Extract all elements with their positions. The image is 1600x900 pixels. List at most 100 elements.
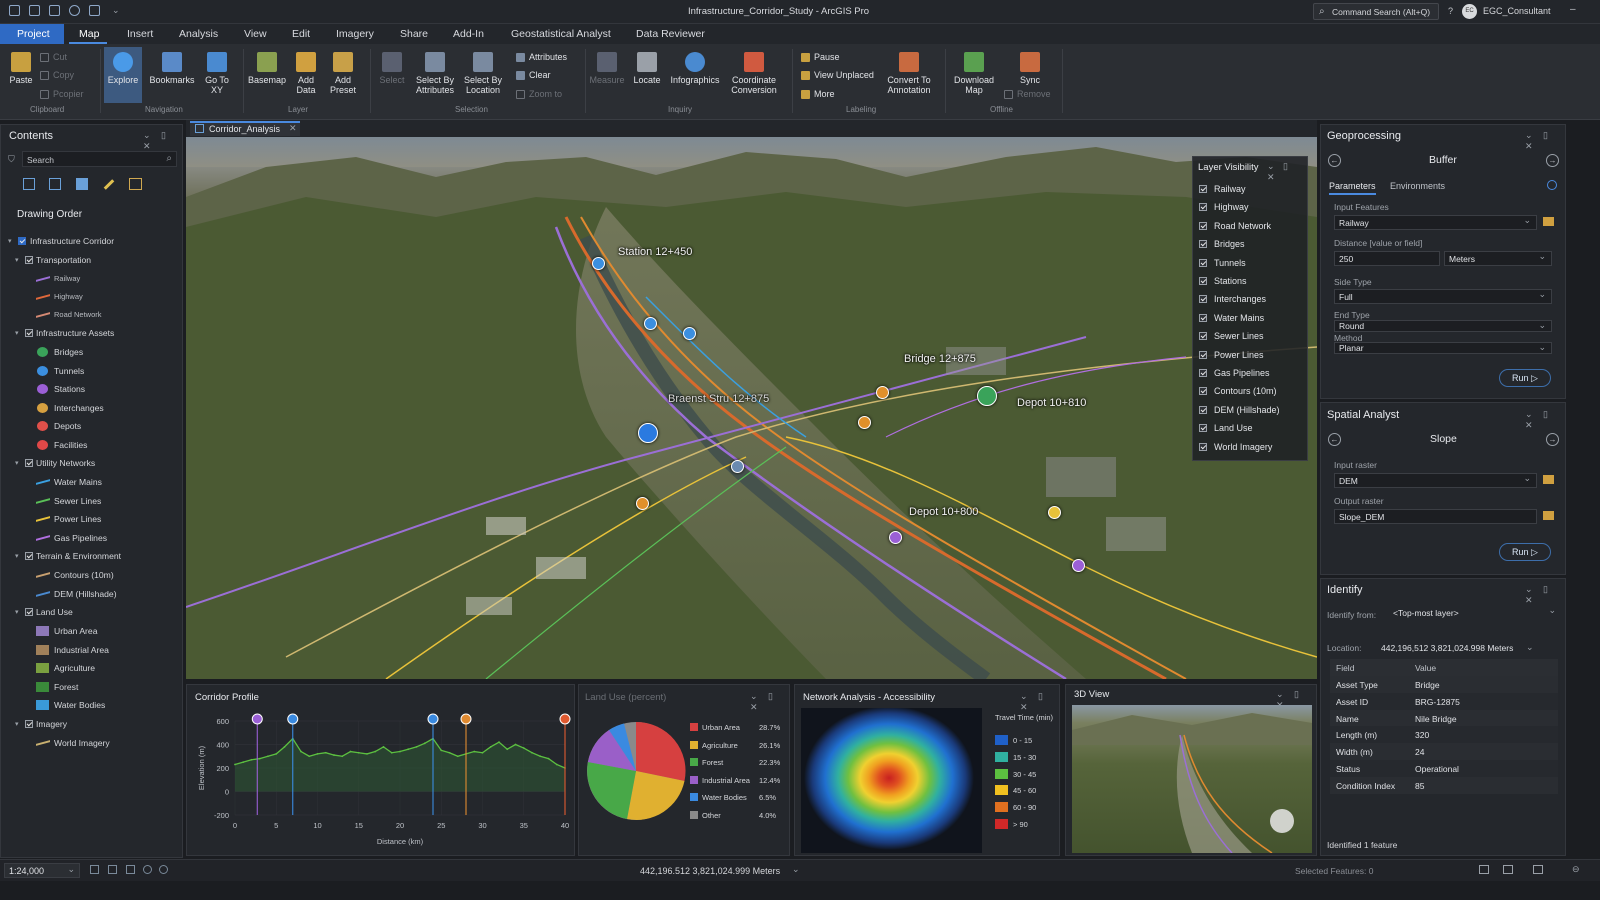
download-map-button[interactable]: Download Map [950, 52, 998, 95]
layer-visibility-row[interactable]: World Imagery [1199, 442, 1299, 455]
more-labeling-button[interactable]: More [801, 89, 835, 99]
select-button[interactable]: Select [374, 52, 410, 85]
run-button[interactable]: Run ▷ [1499, 543, 1551, 561]
pause-drawing-icon[interactable] [159, 865, 168, 874]
folder-icon[interactable] [1543, 511, 1554, 520]
tree-group-3[interactable]: Terrain & Environment [36, 551, 121, 561]
tree-item[interactable]: Water Bodies [54, 700, 105, 710]
close-icon[interactable]: ✕ [289, 123, 297, 134]
3d-scene[interactable] [1072, 705, 1312, 853]
expand-caret-icon[interactable]: ▾ [15, 256, 19, 264]
tree-item[interactable]: Highway [54, 292, 83, 301]
tree-item[interactable]: Railway [54, 274, 80, 283]
sync-button[interactable]: Sync [1010, 52, 1050, 85]
visibility-checkbox[interactable] [1199, 332, 1207, 341]
navigator-compass-icon[interactable] [1270, 809, 1294, 833]
list-by-selection-icon[interactable] [76, 178, 88, 190]
back-icon[interactable]: ← [1328, 433, 1341, 446]
tunnel-pin[interactable] [683, 327, 696, 340]
tree-item[interactable]: Urban Area [54, 626, 97, 636]
measure-button[interactable]: Measure [588, 52, 626, 85]
save-icon[interactable] [89, 5, 100, 16]
visibility-checkbox[interactable] [1199, 295, 1207, 304]
visibility-checkbox[interactable] [1199, 258, 1207, 267]
facility-pin[interactable] [1048, 506, 1061, 519]
notifications-icon[interactable]: ⊖ [1572, 864, 1580, 875]
tab-corridor-analysis[interactable]: Corridor_Analysis ✕ [190, 121, 300, 136]
chevron-down-icon[interactable]: ⌄ [1526, 642, 1534, 653]
method-select[interactable]: Planar [1334, 342, 1552, 354]
expand-caret-icon[interactable]: ▾ [15, 608, 19, 616]
infographics-button[interactable]: Infographics [668, 52, 722, 85]
attributes-button[interactable]: Attributes [516, 52, 567, 62]
tab-project[interactable]: Project [0, 24, 64, 44]
tree-item[interactable]: Interchanges [54, 403, 104, 413]
tree-item[interactable]: Depots [54, 421, 81, 431]
layer-visibility-row[interactable]: Interchanges [1199, 294, 1299, 307]
command-search[interactable]: ⌕ Command Search (Alt+Q) [1313, 3, 1439, 20]
pane-controls[interactable]: ⌄ ▯ ✕ [1525, 584, 1565, 606]
list-by-source-icon[interactable] [49, 178, 61, 190]
refresh-icon[interactable] [143, 865, 152, 874]
tree-item[interactable]: Tunnels [54, 366, 84, 376]
list-by-snapping-icon[interactable] [129, 178, 142, 190]
expand-caret-icon[interactable]: ▾ [15, 552, 19, 560]
tab-analysis[interactable]: Analysis [179, 28, 218, 40]
table-row[interactable]: Asset ID BRG-12875 [1330, 692, 1558, 710]
add-preset-button[interactable]: Add Preset [326, 52, 360, 95]
layer-checkbox[interactable] [18, 237, 26, 245]
view-unplaced-button[interactable]: View Unplaced [801, 70, 874, 80]
layer-visibility-row[interactable]: Gas Pipelines [1199, 368, 1299, 381]
panel-controls[interactable]: ⌄ ▯ ✕ [1267, 161, 1307, 183]
constraints-icon[interactable] [126, 865, 135, 874]
table-row[interactable]: Condition Index 85 [1330, 776, 1558, 794]
tab-edit[interactable]: Edit [292, 28, 310, 40]
contents-search-input[interactable]: Search ⌕ [22, 151, 177, 167]
station-pin[interactable] [592, 257, 605, 270]
select-by-attributes-button[interactable]: Select By Attributes [412, 52, 458, 95]
station-pin[interactable] [889, 531, 902, 544]
forward-icon[interactable]: → [1546, 433, 1559, 446]
scale-select[interactable]: 1:24,000 ⌄ [4, 863, 80, 878]
interchange-pin[interactable] [636, 497, 649, 510]
visibility-checkbox[interactable] [1199, 350, 1207, 359]
coordinate-conversion-button[interactable]: Coordinate Conversion [726, 52, 782, 95]
tab-share[interactable]: Share [400, 28, 428, 40]
avatar[interactable]: EC [1462, 4, 1477, 19]
tab-geostatistical-analyst[interactable]: Geostatistical Analyst [511, 28, 611, 40]
basemap-button[interactable]: Basemap [247, 52, 287, 85]
map-view[interactable]: Station 12+450 Bridge 12+875 Depot 10+81… [186, 137, 1317, 679]
tree-item[interactable]: Contours (10m) [54, 570, 114, 580]
station-pin[interactable] [644, 317, 657, 330]
tab-map[interactable]: Map [69, 24, 107, 44]
copy-path-button[interactable]: Pcopier [40, 89, 84, 99]
add-data-button[interactable]: Add Data [290, 52, 322, 95]
tree-item[interactable]: Forest [54, 682, 78, 692]
tab-parameters[interactable]: Parameters [1329, 181, 1376, 195]
tree-item[interactable]: Water Mains [54, 477, 102, 487]
back-icon[interactable]: ← [1328, 154, 1341, 167]
table-row[interactable]: Name Nile Bridge [1330, 709, 1558, 727]
group-checkbox[interactable] [25, 329, 33, 337]
input-raster-select[interactable]: DEM [1334, 473, 1537, 488]
forward-icon[interactable]: → [1546, 154, 1559, 167]
pane-controls[interactable]: ⌄ ▯ ✕ [1525, 409, 1565, 431]
tab-environments[interactable]: Environments [1390, 181, 1445, 191]
chevron-down-icon[interactable]: ⌄ [792, 864, 800, 875]
visibility-checkbox[interactable] [1199, 203, 1207, 212]
tree-item[interactable]: Agriculture [54, 663, 95, 673]
visibility-checkbox[interactable] [1199, 277, 1207, 285]
layer-visibility-row[interactable]: Stations [1199, 276, 1299, 289]
tree-item[interactable]: Stations [54, 384, 85, 394]
expand-caret-icon[interactable]: ▾ [15, 459, 19, 467]
layer-visibility-row[interactable]: Land Use [1199, 423, 1299, 436]
zoom-to-button[interactable]: Zoom to [516, 89, 562, 99]
distance-unit-select[interactable]: Meters [1444, 251, 1552, 266]
station-pin[interactable] [1072, 559, 1085, 572]
distance-input[interactable]: 250 [1334, 251, 1440, 266]
interchange-pin[interactable] [876, 386, 889, 399]
visibility-checkbox[interactable] [1199, 424, 1207, 433]
fullscreen-icon[interactable] [1533, 865, 1543, 874]
expand-caret-icon[interactable]: ▾ [8, 237, 12, 245]
layer-visibility-row[interactable]: DEM (Hillshade) [1199, 405, 1299, 418]
